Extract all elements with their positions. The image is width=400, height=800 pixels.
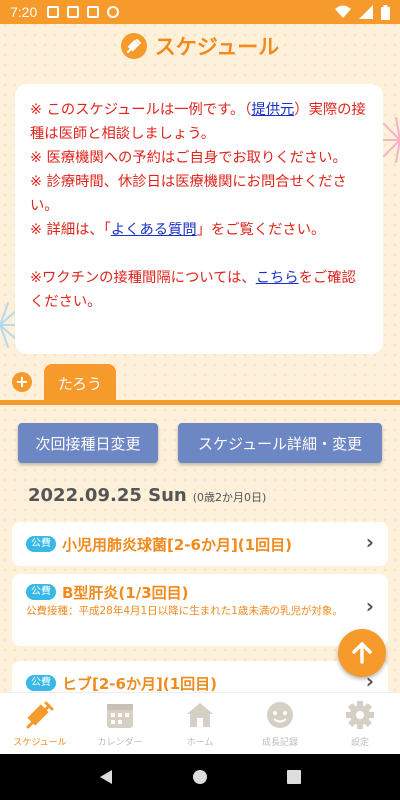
- recents-icon[interactable]: [286, 770, 301, 784]
- page-title: スケジュール: [154, 35, 280, 59]
- nav-home[interactable]: ホーム: [160, 693, 240, 754]
- status-time: 7:20: [10, 4, 38, 20]
- child-tab-row: + たろう: [0, 362, 400, 402]
- system-nav-bar: [0, 754, 400, 800]
- status-bar: 7:20: [0, 0, 400, 24]
- interval-link[interactable]: こちら: [256, 270, 299, 286]
- vaccine-name: 小児用肺炎球菌[2-6か月](1回目): [62, 535, 292, 554]
- notice-text: ※ 詳細は、「: [30, 222, 111, 238]
- calendar-icon: [107, 704, 133, 728]
- home-icon: [187, 703, 213, 727]
- vaccine-name: ヒブ[2-6か月](1回目): [62, 674, 217, 693]
- face-icon: [267, 702, 293, 728]
- schedule-date: 2022.09.25 Sun: [28, 485, 187, 506]
- nav-label: 成長記録: [261, 738, 298, 748]
- child-tab[interactable]: たろう: [44, 364, 116, 402]
- home-button-icon[interactable]: [192, 769, 208, 785]
- faq-link[interactable]: よくある質問: [111, 222, 197, 238]
- arrow-up-icon: [352, 642, 372, 664]
- notification-icons: [47, 6, 120, 18]
- notice-line: ※ワクチンの接種間隔については、こちらをご確認ください。: [30, 266, 368, 314]
- provider-link[interactable]: 提供元: [251, 102, 294, 118]
- notice-line: ※ このスケジュールは一例です。（提供元）実際の接種は医師と相談しましょう。: [30, 98, 368, 146]
- syringe-icon: [26, 701, 54, 729]
- scroll-top-button[interactable]: [338, 629, 386, 677]
- notification-icon: [47, 6, 60, 18]
- child-age: (0歳2か月0日): [192, 491, 267, 504]
- nav-label: カレンダー: [97, 738, 143, 748]
- notification-icon: [67, 6, 80, 18]
- notice-line: ※ 診療時間、休診日は医療機関にお問合せください。: [30, 174, 347, 214]
- public-funding-badge: 公費: [26, 675, 56, 691]
- nav-label: ホーム: [186, 738, 214, 748]
- vaccine-card[interactable]: 公費 ヒブ[2-6か月](1回目) ›: [12, 661, 388, 692]
- add-child-button[interactable]: +: [12, 372, 32, 392]
- notification-icon: [87, 6, 100, 18]
- wifi-icon: [335, 5, 351, 18]
- public-funding-badge: 公費: [26, 584, 56, 600]
- notice-text: ※ワクチンの接種間隔については、: [30, 270, 256, 286]
- notice-line: ※ 医療機関への予約はご自身でお取りください。: [30, 150, 347, 166]
- nav-label: 設定: [350, 738, 369, 748]
- nav-settings[interactable]: 設定: [320, 693, 400, 754]
- page-header: スケジュール: [0, 28, 400, 64]
- chevron-right-icon: ›: [365, 594, 374, 618]
- back-icon[interactable]: [99, 769, 113, 785]
- notice-box: ※ このスケジュールは一例です。（提供元）実際の接種は医師と相談しましょう。 ※…: [15, 84, 383, 354]
- nav-growth[interactable]: 成長記録: [240, 693, 320, 754]
- vaccine-card[interactable]: 公費 B型肝炎(1/3回目) 公費接種：平成28年4月1日以降に生まれた1歳未満…: [12, 574, 388, 646]
- chevron-right-icon: ›: [365, 530, 374, 554]
- bottom-nav: スケジュール カレンダー ホーム 成長記録 設定: [0, 692, 400, 754]
- notice-text: ※ このスケジュールは一例です。（: [30, 102, 252, 118]
- notification-icon: [107, 6, 120, 18]
- signal-icon: [359, 5, 373, 19]
- nav-calendar[interactable]: カレンダー: [80, 693, 160, 754]
- nav-label: スケジュール: [13, 738, 67, 748]
- vaccine-card[interactable]: 公費 小児用肺炎球菌[2-6か月](1回目) ›: [12, 522, 388, 566]
- battery-icon: [381, 4, 390, 20]
- vaccine-note: 公費接種：平成28年4月1日以降に生まれた1歳未満の乳児が対象。: [26, 605, 343, 617]
- gear-icon: [346, 701, 374, 729]
- next-date-change-button[interactable]: 次回接種日変更: [18, 423, 158, 463]
- syringe-icon: [120, 33, 147, 59]
- public-funding-badge: 公費: [26, 536, 56, 552]
- schedule-date-header: 2022.09.25 Sun (0歳2か月0日): [28, 485, 266, 506]
- vaccine-name: B型肝炎(1/3回目): [62, 583, 189, 602]
- notice-text: 」をご覧ください。: [196, 222, 326, 238]
- notice-line: ※ 詳細は、「よくある質問」をご覧ください。: [30, 218, 368, 242]
- schedule-detail-button[interactable]: スケジュール詳細・変更: [178, 423, 382, 463]
- nav-schedule[interactable]: スケジュール: [0, 693, 80, 754]
